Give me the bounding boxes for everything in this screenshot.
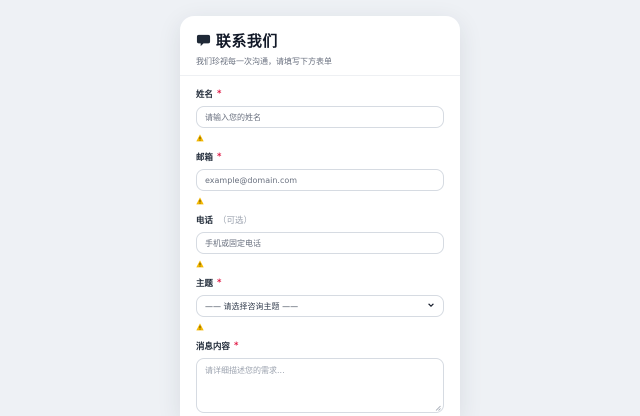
name-input[interactable]: 请输入您的姓名	[196, 106, 444, 128]
card-header: 联系我们 我们珍视每一次沟通，请填写下方表单	[180, 16, 460, 76]
page-title: 联系我们	[216, 32, 279, 50]
phone-label-row: 电话 （可选）	[196, 214, 444, 226]
contact-card: 联系我们 我们珍视每一次沟通，请填写下方表单 姓名 * 请输入您的姓名 邮箱 *	[180, 16, 460, 416]
warning-icon	[196, 316, 204, 335]
title-row: 联系我们	[196, 30, 444, 51]
phone-field-group: 电话 （可选） 手机或固定电话	[196, 214, 444, 268]
name-field-group: 姓名 * 请输入您的姓名	[196, 88, 444, 142]
topic-field-group: 主题 * —— 请选择咨询主题 ——	[196, 277, 444, 331]
message-textarea[interactable]: 请详细描述您的需求...	[196, 358, 444, 413]
optional-note: （可选）	[218, 216, 253, 226]
speech-bubble-icon	[196, 33, 211, 48]
topic-label: 主题	[196, 279, 214, 289]
name-warning	[196, 132, 444, 142]
name-placeholder: 请输入您的姓名	[205, 112, 261, 122]
page-subtitle: 我们珍视每一次沟通，请填写下方表单	[196, 57, 332, 66]
name-label-row: 姓名 *	[196, 88, 444, 100]
email-warning	[196, 195, 444, 205]
required-mark: *	[217, 278, 222, 288]
required-mark: *	[217, 152, 222, 162]
phone-placeholder: 手机或固定电话	[205, 238, 261, 248]
message-label: 消息内容	[196, 342, 231, 352]
message-label-row: 消息内容 *	[196, 340, 444, 352]
phone-warning	[196, 258, 444, 268]
topic-warning	[196, 321, 444, 331]
email-placeholder: example@domain.com	[205, 175, 298, 185]
email-label-row: 邮箱 *	[196, 151, 444, 163]
resize-handle-icon[interactable]	[435, 404, 441, 411]
warning-icon	[196, 127, 204, 146]
email-label: 邮箱	[196, 153, 214, 163]
required-mark: *	[217, 89, 222, 99]
phone-input[interactable]: 手机或固定电话	[196, 232, 444, 254]
email-field-group: 邮箱 * example@domain.com	[196, 151, 444, 205]
topic-label-row: 主题 *	[196, 277, 444, 289]
topic-selected-value: —— 请选择咨询主题 ——	[205, 301, 299, 311]
chevron-down-icon	[427, 301, 435, 311]
message-field-group: 消息内容 * 请详细描述您的需求...	[196, 340, 444, 413]
warning-icon	[196, 190, 204, 209]
contact-form: 姓名 * 请输入您的姓名 邮箱 * example@domain.com 电话 …	[180, 76, 460, 413]
message-placeholder: 请详细描述您的需求...	[205, 366, 285, 375]
phone-label: 电话	[196, 216, 214, 226]
required-mark: *	[234, 341, 239, 351]
warning-icon	[196, 253, 204, 272]
email-input[interactable]: example@domain.com	[196, 169, 444, 191]
name-label: 姓名	[196, 90, 214, 100]
topic-select[interactable]: —— 请选择咨询主题 ——	[196, 295, 444, 317]
